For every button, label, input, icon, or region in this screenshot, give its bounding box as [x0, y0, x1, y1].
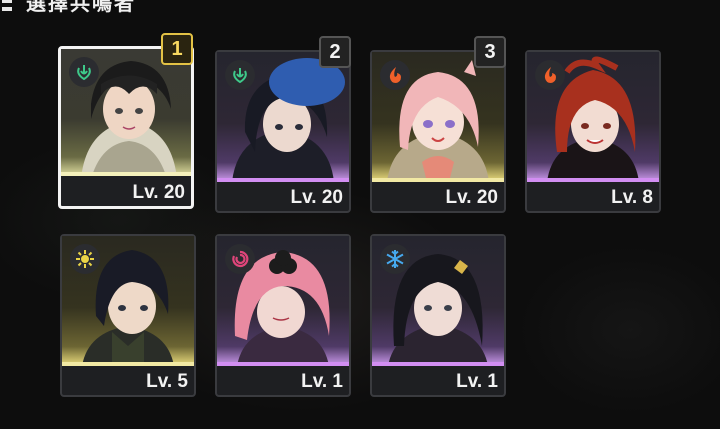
- rarity-strip: [217, 362, 349, 366]
- character-level: Lv. 20: [290, 187, 343, 208]
- character-card-6[interactable]: Lv. 1: [215, 234, 351, 397]
- rank-badge: 2: [319, 36, 351, 68]
- character-level: Lv. 20: [445, 187, 498, 208]
- character-card-7[interactable]: Lv. 1: [370, 234, 506, 397]
- aero-icon: [69, 57, 99, 87]
- rarity-strip: [372, 178, 504, 182]
- character-level: Lv. 5: [146, 371, 188, 392]
- header: 選擇共鳴者: [0, 0, 136, 16]
- aero-icon: [225, 60, 255, 90]
- spectro-icon: [70, 244, 100, 274]
- glacio-icon: [380, 244, 410, 274]
- rarity-strip: [527, 178, 659, 182]
- rank-badge: 1: [161, 33, 193, 65]
- havoc-icon: [225, 244, 255, 274]
- menu-icon[interactable]: [2, 0, 14, 11]
- rarity-strip: [217, 178, 349, 182]
- character-level: Lv. 8: [611, 187, 653, 208]
- character-level: Lv. 1: [301, 371, 343, 392]
- character-card-5[interactable]: Lv. 5: [60, 234, 196, 397]
- character-card-1[interactable]: 1 Lv. 20: [58, 33, 194, 209]
- rarity-strip: [372, 362, 504, 366]
- page-title: 選擇共鳴者: [26, 0, 136, 15]
- rarity-strip: [62, 362, 194, 366]
- character-card-3[interactable]: 3 Lv. 20: [370, 36, 506, 213]
- character-level: Lv. 1: [456, 371, 498, 392]
- fusion-icon: [535, 60, 565, 90]
- character-level: Lv. 20: [132, 182, 185, 203]
- rarity-strip: [61, 172, 191, 176]
- fusion-icon: [380, 60, 410, 90]
- character-card-2[interactable]: 2 Lv. 20: [215, 36, 351, 213]
- rank-badge: 3: [474, 36, 506, 68]
- character-card-4[interactable]: Lv. 8: [525, 50, 661, 213]
